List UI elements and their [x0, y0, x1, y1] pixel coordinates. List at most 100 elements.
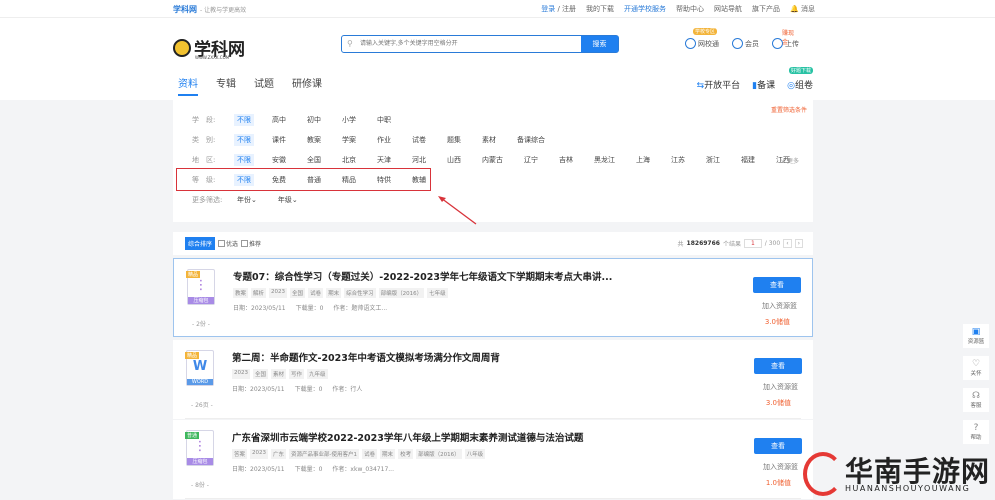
item-title-link[interactable]: 专题07：综合性学习（专题过关）-2022-2023学年七年级语文下学期期末考点…: [233, 269, 612, 283]
author[interactable]: 作者：行人: [332, 384, 362, 393]
filter-option[interactable]: 作业: [374, 134, 394, 146]
filter-option[interactable]: 江苏: [668, 154, 688, 166]
item-title-link[interactable]: 广东省深圳市云端学校2022-2023学年八年级上学期期末素养测试道德与法治试题: [232, 430, 583, 444]
tag[interactable]: 全国: [290, 288, 306, 298]
filter-option[interactable]: 辽宁: [521, 154, 541, 166]
wangxiaotong-button[interactable]: 学校专区 网校通: [685, 28, 719, 49]
author[interactable]: 作者：xkw_034717...: [332, 464, 394, 473]
filter-option[interactable]: 学案: [339, 134, 359, 146]
search-button[interactable]: 搜索: [581, 36, 618, 52]
tag[interactable]: 全国: [253, 369, 269, 379]
tag[interactable]: 写作: [289, 369, 305, 379]
filter-option[interactable]: 高中: [269, 114, 289, 126]
resource-basket-button[interactable]: ▣ 资源篮: [963, 324, 989, 348]
preferred-checkbox[interactable]: 优选: [218, 239, 238, 248]
tag[interactable]: 部编版（2016）: [378, 288, 425, 298]
tag[interactable]: 九年级: [307, 369, 328, 379]
filter-option[interactable]: 河北: [409, 154, 429, 166]
filter-option[interactable]: 课件: [269, 134, 289, 146]
tag[interactable]: 试卷: [308, 288, 324, 298]
tag[interactable]: 素材: [271, 369, 287, 379]
filter-option[interactable]: 教案: [304, 134, 324, 146]
tab-questions[interactable]: 试题: [254, 75, 274, 96]
tag[interactable]: 部编版（2016）: [416, 449, 462, 459]
recommended-checkbox[interactable]: 推荐: [241, 239, 261, 248]
filter-option[interactable]: 安徽: [269, 154, 289, 166]
tag[interactable]: 七年级: [427, 288, 448, 298]
register-link[interactable]: 注册: [562, 5, 576, 13]
help-center-link[interactable]: 帮助中心: [676, 4, 704, 14]
compose-paper-link[interactable]: 好题下载 ◎组卷: [787, 67, 813, 91]
filter-option[interactable]: 备课综合: [514, 134, 548, 146]
care-button[interactable]: ♡ 关怀: [963, 356, 989, 380]
grade-dropdown[interactable]: 年级⌄: [275, 194, 301, 206]
reset-filters-link[interactable]: 重置筛选条件: [771, 105, 807, 114]
next-page-button[interactable]: ›: [794, 239, 803, 248]
tag[interactable]: 校考: [398, 449, 414, 459]
filter-option[interactable]: 吉林: [556, 154, 576, 166]
tag[interactable]: 期末: [380, 449, 396, 459]
view-button[interactable]: 查看: [754, 438, 802, 454]
filter-option[interactable]: 不限: [234, 134, 254, 146]
brand-link[interactable]: 学科网: [173, 4, 197, 15]
more-regions-toggle[interactable]: ∨ 更多: [781, 156, 799, 165]
add-to-basket-link[interactable]: 加入资源篮: [763, 462, 798, 472]
open-platform-link[interactable]: ⇆开放平台: [697, 78, 741, 91]
logo[interactable]: 学科网 WWW.ZXXK.COM: [173, 35, 245, 60]
filter-option[interactable]: 上海: [633, 154, 653, 166]
login-link[interactable]: 登录: [541, 5, 555, 13]
filter-option[interactable]: 不限: [234, 154, 254, 166]
filter-option[interactable]: 素材: [479, 134, 499, 146]
page-input[interactable]: 1: [743, 239, 762, 248]
prev-page-button[interactable]: ‹: [783, 239, 792, 248]
lesson-prep-link[interactable]: ▮备课: [752, 78, 775, 91]
filter-option[interactable]: 全国: [304, 154, 324, 166]
tag[interactable]: 教案: [233, 288, 249, 298]
tag[interactable]: 解析: [251, 288, 267, 298]
tag[interactable]: 2023: [250, 449, 269, 459]
filter-option[interactable]: 天津: [374, 154, 394, 166]
support-button[interactable]: ☊ 客服: [963, 388, 989, 412]
filter-option[interactable]: 浙江: [703, 154, 723, 166]
filter-option[interactable]: 山西: [444, 154, 464, 166]
tab-albums[interactable]: 专辑: [216, 75, 236, 96]
add-to-basket-link[interactable]: 加入资源篮: [762, 301, 797, 311]
products-link[interactable]: 旗下产品: [752, 4, 780, 14]
filter-option[interactable]: 福建: [738, 154, 758, 166]
filter-option[interactable]: 小学: [339, 114, 359, 126]
tag[interactable]: 答案: [232, 449, 248, 459]
author[interactable]: 作者：题帅语文工...: [333, 303, 387, 312]
filter-option[interactable]: 黑龙江: [591, 154, 618, 166]
tag[interactable]: 资源产品事业部-使用客户1: [289, 449, 360, 459]
tab-courses[interactable]: 研修课: [292, 75, 322, 96]
filter-option[interactable]: 北京: [339, 154, 359, 166]
search-input[interactable]: [342, 36, 581, 52]
filter-option[interactable]: 试卷: [409, 134, 429, 146]
tag[interactable]: 2023: [269, 288, 288, 298]
tab-materials[interactable]: 资料: [178, 75, 198, 96]
site-nav-link[interactable]: 网站导航: [714, 4, 742, 14]
school-service-link[interactable]: 开通学校服务: [624, 4, 666, 14]
upload-button[interactable]: 赚现金 上传: [772, 28, 799, 49]
tag[interactable]: 八年级: [464, 449, 486, 459]
member-button[interactable]: 会员: [732, 28, 759, 49]
view-button[interactable]: 查看: [753, 277, 801, 293]
filter-option[interactable]: 中职: [374, 114, 394, 126]
filter-option[interactable]: 不限: [234, 114, 254, 126]
sort-comprehensive-button[interactable]: 综合排序: [185, 237, 216, 250]
tag[interactable]: 2023: [232, 369, 250, 379]
filter-option[interactable]: 初中: [304, 114, 324, 126]
view-button[interactable]: 查看: [754, 358, 802, 374]
tag[interactable]: 试卷: [362, 449, 378, 459]
filter-option[interactable]: 内蒙古: [479, 154, 506, 166]
tag[interactable]: 广东: [271, 449, 287, 459]
tag[interactable]: 综合性学习: [344, 288, 376, 298]
my-downloads-link[interactable]: 我的下载: [586, 4, 614, 14]
tag[interactable]: 期末: [326, 288, 342, 298]
add-to-basket-link[interactable]: 加入资源篮: [763, 382, 798, 392]
item-title-link[interactable]: 第二周：半命题作文-2023年中考语文模拟考场满分作文周周背: [232, 350, 500, 364]
help-button[interactable]: ? 帮助: [963, 420, 989, 444]
filter-option[interactable]: 题集: [444, 134, 464, 146]
year-dropdown[interactable]: 年份⌄: [234, 194, 260, 206]
messages-link[interactable]: 🔔 消息: [790, 4, 815, 14]
